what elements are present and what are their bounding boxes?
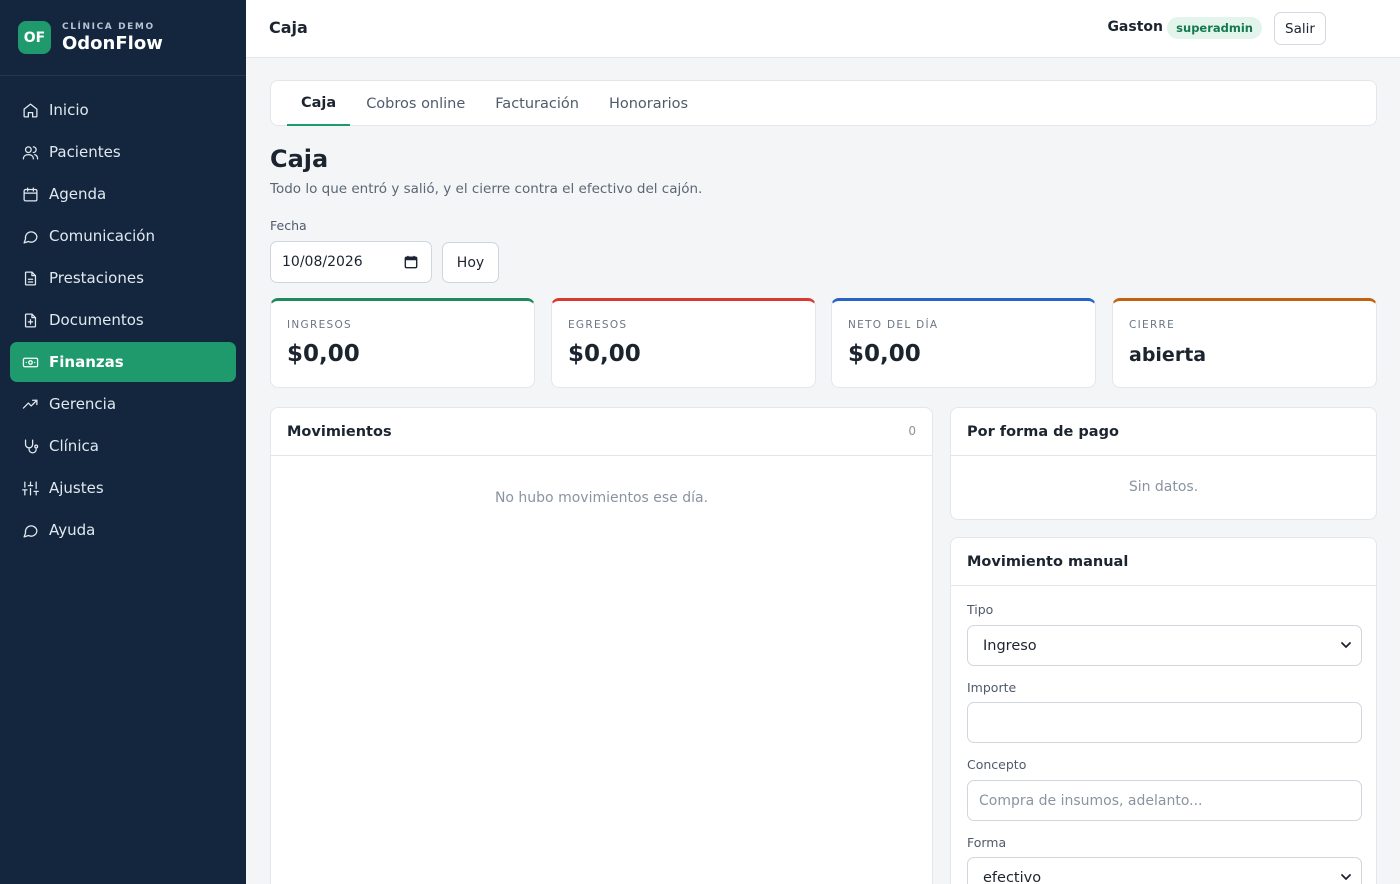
sidebar-item-label: Prestaciones <box>49 269 144 287</box>
sliders-icon <box>22 480 39 497</box>
concept-label: Concepto <box>967 757 1027 772</box>
payment-methods-header: Por forma de pago <box>951 408 1376 456</box>
sidebar-item-documentos[interactable]: Documentos <box>10 300 236 340</box>
sidebar-item-ayuda[interactable]: Ayuda <box>10 510 236 550</box>
stat-label: NETO DEL DÍA <box>848 319 939 331</box>
movements-header: Movimientos 0 <box>271 408 932 456</box>
amount-label: Importe <box>967 680 1017 695</box>
amount-input[interactable] <box>967 702 1362 743</box>
page-title: Caja <box>270 145 329 173</box>
type-selected-value: Ingreso <box>983 637 1037 654</box>
payment-methods-panel: Por forma de pago Sin datos. <box>950 407 1377 520</box>
tab-honorarios[interactable]: Honorarios <box>595 81 702 126</box>
trending-up-icon <box>22 396 39 413</box>
payment-methods-empty-message: Sin datos. <box>1128 479 1199 495</box>
sidebar-item-label: Ayuda <box>49 521 96 539</box>
tab-caja[interactable]: Caja <box>287 81 351 126</box>
type-label: Tipo <box>967 602 994 617</box>
role-badge: superadmin <box>1167 17 1262 39</box>
brand[interactable]: OF CLÍNICA DEMO OdonFlow <box>0 0 246 76</box>
chevron-down-icon <box>1340 871 1352 883</box>
home-icon <box>22 102 39 119</box>
stat-value: $0,00 <box>287 341 360 367</box>
app-name: OdonFlow <box>62 32 163 54</box>
clinic-name: CLÍNICA DEMO <box>62 21 155 32</box>
movements-panel: Movimientos 0 No hubo movimientos ese dí… <box>270 407 933 884</box>
stat-card-ingresos: INGRESOS $0,00 <box>270 298 535 388</box>
top-bar: Caja Gaston superadmin Salir <box>246 0 1400 58</box>
method-select[interactable]: efectivo <box>967 857 1362 884</box>
sidebar-item-label: Finanzas <box>49 353 124 371</box>
stat-card-egresos: EGRESOS $0,00 <box>551 298 816 388</box>
sidebar: OF CLÍNICA DEMO OdonFlow Inicio Paciente… <box>0 0 246 884</box>
stat-label: EGRESOS <box>568 319 628 331</box>
logout-button[interactable]: Salir <box>1274 12 1326 45</box>
sidebar-item-label: Documentos <box>49 311 144 329</box>
stat-value: abierta <box>1129 344 1207 366</box>
page-header-title: Caja <box>269 18 308 37</box>
movements-empty-message: No hubo movimientos ese día. <box>494 490 709 506</box>
stat-card-cierre: CIERRE abierta <box>1112 298 1377 388</box>
sidebar-item-label: Inicio <box>49 101 89 119</box>
sidebar-item-gerencia[interactable]: Gerencia <box>10 384 236 424</box>
sidebar-item-ajustes[interactable]: Ajustes <box>10 468 236 508</box>
stat-card-neto: NETO DEL DÍA $0,00 <box>831 298 1096 388</box>
stat-label: CIERRE <box>1129 319 1176 331</box>
finance-tabs: Caja Cobros online Facturación Honorario… <box>270 80 1377 126</box>
sidebar-item-label: Ajustes <box>49 479 104 497</box>
stat-value: $0,00 <box>568 341 641 367</box>
file-plus-icon <box>22 312 39 329</box>
banknote-icon <box>22 354 39 371</box>
help-chat-icon <box>22 522 39 539</box>
today-button[interactable]: Hoy <box>442 242 499 283</box>
chevron-down-icon <box>1340 639 1352 651</box>
sidebar-item-label: Comunicación <box>49 227 155 245</box>
stethoscope-icon <box>22 438 39 455</box>
movements-title: Movimientos <box>287 423 392 440</box>
document-icon <box>22 270 39 287</box>
sidebar-item-finanzas[interactable]: Finanzas <box>10 342 236 382</box>
sidebar-item-label: Gerencia <box>49 395 117 413</box>
sidebar-item-clinica[interactable]: Clínica <box>10 426 236 466</box>
chat-icon <box>22 228 39 245</box>
calendar-icon <box>22 186 39 203</box>
sidebar-item-inicio[interactable]: Inicio <box>10 90 236 130</box>
calendar-picker-icon[interactable] <box>404 255 418 269</box>
page-subtitle: Todo lo que entró y salió, y el cierre c… <box>270 181 703 197</box>
sidebar-nav: Inicio Pacientes Agenda Comunicación Pre… <box>0 76 246 550</box>
sidebar-item-prestaciones[interactable]: Prestaciones <box>10 258 236 298</box>
concept-input[interactable]: Compra de insumos, adelanto... <box>967 780 1362 821</box>
brand-logo: OF <box>18 21 51 54</box>
date-label: Fecha <box>270 218 307 233</box>
tab-facturacion[interactable]: Facturación <box>481 81 593 126</box>
method-selected-value: efectivo <box>983 869 1042 884</box>
method-label: Forma <box>967 835 1007 850</box>
manual-movement-header: Movimiento manual <box>951 538 1376 586</box>
users-icon <box>22 144 39 161</box>
type-select[interactable]: Ingreso <box>967 625 1362 666</box>
manual-movement-panel: Movimiento manual Tipo Ingreso Importe C… <box>950 537 1377 884</box>
sidebar-item-pacientes[interactable]: Pacientes <box>10 132 236 172</box>
date-value: 10/08/2026 <box>282 254 363 270</box>
sidebar-item-label: Agenda <box>49 185 107 203</box>
movements-count: 0 <box>908 424 916 438</box>
sidebar-item-label: Clínica <box>49 437 99 455</box>
date-input[interactable]: 10/08/2026 <box>270 241 432 283</box>
stat-label: INGRESOS <box>287 319 353 331</box>
tab-cobros-online[interactable]: Cobros online <box>352 81 479 126</box>
user-name: Gaston <box>1107 19 1163 35</box>
sidebar-item-label: Pacientes <box>49 143 121 161</box>
sidebar-item-comunicacion[interactable]: Comunicación <box>10 216 236 256</box>
stat-value: $0,00 <box>848 341 921 367</box>
sidebar-item-agenda[interactable]: Agenda <box>10 174 236 214</box>
